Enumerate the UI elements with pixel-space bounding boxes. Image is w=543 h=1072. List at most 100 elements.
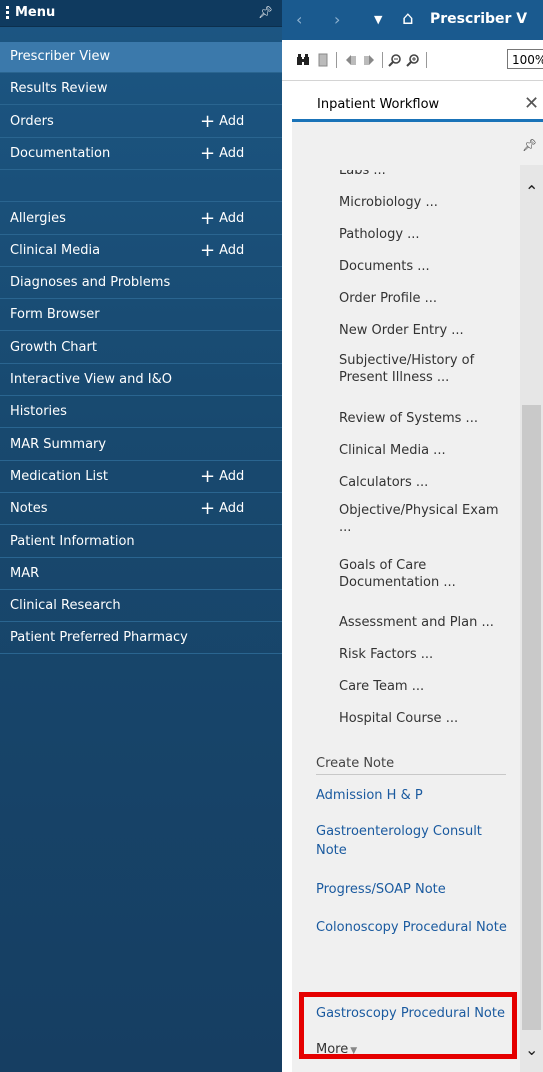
workflow-item[interactable]: Risk Factors ... (339, 646, 514, 663)
menu-item-patient-preferred-pharmacy[interactable]: Patient Preferred Pharmacy (0, 623, 282, 654)
toolbar-divider (426, 52, 427, 68)
workflow-item[interactable]: Subjective/History of Present Illness ..… (339, 352, 514, 386)
plus-icon: + (200, 466, 216, 487)
menu-item-mar[interactable]: MAR (0, 559, 282, 590)
workflow-item[interactable]: Care Team ... (339, 678, 514, 695)
add-label: Add (219, 501, 245, 516)
workflow-item[interactable]: Pathology ... (339, 226, 514, 243)
close-icon[interactable]: ✕ (524, 93, 539, 114)
add-button[interactable]: + Add (200, 462, 244, 492)
menu-item-histories[interactable]: Histories (0, 397, 282, 428)
menu-item-clinical-research[interactable]: Clinical Research (0, 591, 282, 622)
menu-item-patient-information[interactable]: Patient Information (0, 527, 282, 558)
toolbar-divider (382, 52, 383, 68)
add-button[interactable]: + Add (200, 204, 244, 234)
plus-icon: + (200, 498, 216, 519)
grip-icon (6, 6, 9, 20)
tab-inpatient-workflow[interactable]: Inpatient Workflow ✕ (292, 88, 543, 122)
workflow-item[interactable]: Documents ... (339, 258, 514, 275)
workflow-item[interactable]: Review of Systems ... (339, 410, 514, 427)
menu-item-growth-chart[interactable]: Growth Chart (0, 333, 282, 364)
menu-item-label: Interactive View and I&O (10, 372, 172, 387)
menu-header: Menu 📌︎ (0, 0, 282, 27)
workflow-item[interactable]: Hospital Course ... (339, 710, 514, 727)
back-arrow-icon[interactable]: ‹ (296, 10, 302, 29)
zoom-out-icon[interactable] (388, 53, 402, 67)
menu-item-mar-summary[interactable]: MAR Summary (0, 430, 282, 461)
workflow-item[interactable]: Goals of Care Documentation ... (339, 557, 514, 591)
menu-item-label: Histories (10, 404, 67, 419)
menu-item-label: Clinical Research (10, 598, 121, 613)
workflow-item[interactable]: Microbiology ... (339, 194, 514, 211)
home-icon[interactable]: ⌂ (402, 8, 413, 29)
toolbar-divider (336, 52, 337, 68)
binoculars-icon[interactable] (296, 53, 310, 67)
menu-title: Menu (15, 5, 56, 20)
tab-label: Inpatient Workflow (317, 97, 440, 112)
create-note-link[interactable]: Admission H & P (316, 786, 516, 805)
menu-item-label: Notes (10, 501, 48, 516)
workflow-item[interactable]: Assessment and Plan ... (339, 614, 514, 631)
menu-item-orders[interactable]: Orders + Add (0, 107, 282, 138)
create-note-header: Create Note (316, 756, 506, 775)
dropdown-caret-icon[interactable]: ▼ (374, 13, 382, 26)
zoom-level-field[interactable]: 100% (507, 49, 543, 69)
add-button[interactable]: + Add (200, 494, 244, 524)
page-title: Prescriber V (430, 11, 528, 27)
forward-arrow-icon[interactable]: › (334, 10, 340, 29)
workflow-item[interactable]: Order Profile ... (339, 290, 514, 307)
menu-item-label: Form Browser (10, 307, 100, 322)
menu-panel: Menu 📌︎ Prescriber View Results Review Ord… (0, 0, 282, 1072)
menu-item-label: Growth Chart (10, 340, 97, 355)
create-note-link[interactable]: Progress/SOAP Note (316, 880, 516, 899)
next-page-icon[interactable] (362, 53, 376, 67)
add-label: Add (219, 211, 245, 226)
menu-item-form-browser[interactable]: Form Browser (0, 300, 282, 331)
menu-item-prescriber-view[interactable]: Prescriber View (0, 42, 282, 73)
workflow-item[interactable]: New Order Entry ... (339, 322, 514, 339)
top-navigation-bar: ‹ › ▼ ⌂ Prescriber V (282, 0, 543, 40)
plus-icon: + (200, 111, 216, 132)
menu-item-allergies[interactable]: Allergies + Add (0, 204, 282, 235)
workflow-item[interactable]: Objective/Physical Exam ... (339, 502, 514, 536)
menu-item-diagnoses-and-problems[interactable]: Diagnoses and Problems (0, 268, 282, 299)
menu-item-label: Allergies (10, 211, 66, 226)
workflow-item[interactable]: Clinical Media ... (339, 442, 514, 459)
menu-item-label: Patient Preferred Pharmacy (10, 630, 188, 645)
previous-page-icon[interactable] (344, 53, 358, 67)
menu-item-label: Clinical Media (10, 243, 101, 258)
menu-item-label: Results Review (10, 81, 108, 96)
document-icon[interactable] (316, 53, 330, 67)
menu-item-notes[interactable]: Notes + Add (0, 494, 282, 525)
menu-item-interactive-view-and-i-o[interactable]: Interactive View and I&O (0, 365, 282, 396)
menu-item-spacer (0, 171, 282, 202)
scroll-up-icon[interactable]: ⌃ (525, 182, 538, 201)
menu-item-label: Prescriber View (10, 49, 111, 64)
toolbar (282, 40, 543, 81)
pin-icon[interactable]: 📌︎ (258, 5, 273, 19)
add-button[interactable]: + Add (200, 107, 244, 137)
workflow-item[interactable]: Calculators ... (339, 474, 514, 491)
menu-item-medication-list[interactable]: Medication List + Add (0, 462, 282, 493)
menu-item-clinical-media[interactable]: Clinical Media + Add (0, 236, 282, 267)
menu-item-label: Documentation (10, 146, 111, 161)
zoom-in-icon[interactable] (406, 53, 420, 67)
scroll-down-icon[interactable]: ⌄ (525, 1040, 538, 1059)
create-note-link[interactable]: Colonoscopy Procedural Note (316, 918, 516, 937)
add-button[interactable]: + Add (200, 236, 244, 266)
menu-item-documentation[interactable]: Documentation + Add (0, 139, 282, 170)
scrollbar-thumb[interactable] (522, 405, 541, 1030)
menu-item-label: Medication List (10, 469, 108, 484)
create-note-link[interactable]: Gastroscopy Procedural Note (316, 1004, 516, 1023)
add-label: Add (219, 114, 245, 129)
menu-item-label: Orders (10, 114, 54, 129)
more-label: More (316, 1042, 349, 1057)
menu-item-results-review[interactable]: Results Review (0, 74, 282, 105)
chevron-down-icon: ▼ (350, 1046, 358, 1056)
pin-icon[interactable]: 📌︎ (522, 138, 537, 152)
more-dropdown[interactable]: More ▼ (316, 1042, 357, 1057)
add-button[interactable]: + Add (200, 139, 244, 169)
create-note-link[interactable]: Gastroenterology Consult Note (316, 822, 516, 860)
plus-icon: + (200, 240, 216, 261)
menu-item-label: Patient Information (10, 534, 135, 549)
